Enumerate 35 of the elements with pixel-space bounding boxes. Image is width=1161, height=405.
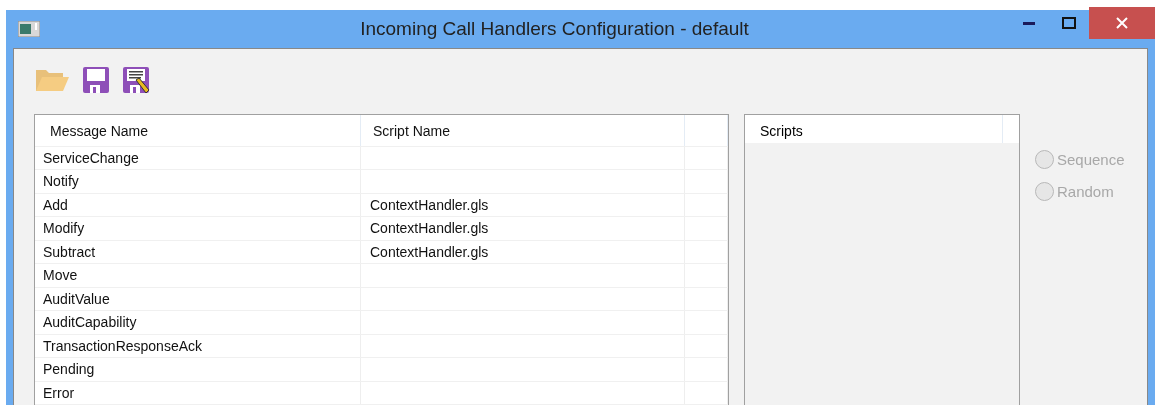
table-cell: Subtract	[35, 240, 361, 263]
table-cell: ContextHandler.gls	[361, 240, 685, 263]
table-row[interactable]: Move	[35, 264, 728, 288]
table-cell: Pending	[35, 358, 361, 381]
table-cell: ServiceChange	[35, 146, 361, 169]
table-row[interactable]: Pending	[35, 358, 728, 382]
column-header[interactable]: Message Name	[35, 114, 361, 146]
window-title: Incoming Call Handlers Configuration - default	[359, 17, 750, 40]
minimize-icon	[1023, 20, 1035, 25]
table-row[interactable]: Error	[35, 381, 728, 405]
table-row[interactable]: Notify	[35, 170, 728, 194]
table-cell: Move	[35, 264, 361, 287]
table-row[interactable]: Modify ContextHandler.gls	[35, 217, 728, 241]
table-row[interactable]: Add ContextHandler.gls	[35, 193, 728, 217]
maximize-icon	[1062, 16, 1076, 29]
app-icon	[18, 20, 40, 37]
table-cell: Notify	[35, 170, 361, 193]
save-as-icon[interactable]	[122, 64, 150, 95]
table-cell: Error	[35, 381, 361, 404]
table-row[interactable]: ServiceChange	[35, 146, 728, 170]
table-cell: AuditValue	[35, 287, 361, 310]
table-cell: TransactionResponseAck	[35, 334, 361, 357]
table-row[interactable]: Subtract ContextHandler.gls	[35, 240, 728, 264]
close-button[interactable]	[1089, 6, 1155, 39]
table-row[interactable]: AuditCapability	[35, 311, 728, 335]
table-row[interactable]: AuditValue	[35, 287, 728, 311]
table-cell: AuditCapability	[35, 311, 361, 334]
table-row[interactable]: TransactionResponseAck	[35, 334, 728, 358]
table-cell: Modify	[35, 217, 361, 240]
table-cell: ContextHandler.gls	[361, 193, 685, 216]
close-icon	[1116, 16, 1128, 29]
table-cell: ContextHandler.gls	[361, 217, 685, 240]
column-header[interactable]: Script Name	[361, 114, 685, 146]
table-cell: Add	[35, 193, 361, 216]
save-icon[interactable]	[82, 64, 110, 95]
